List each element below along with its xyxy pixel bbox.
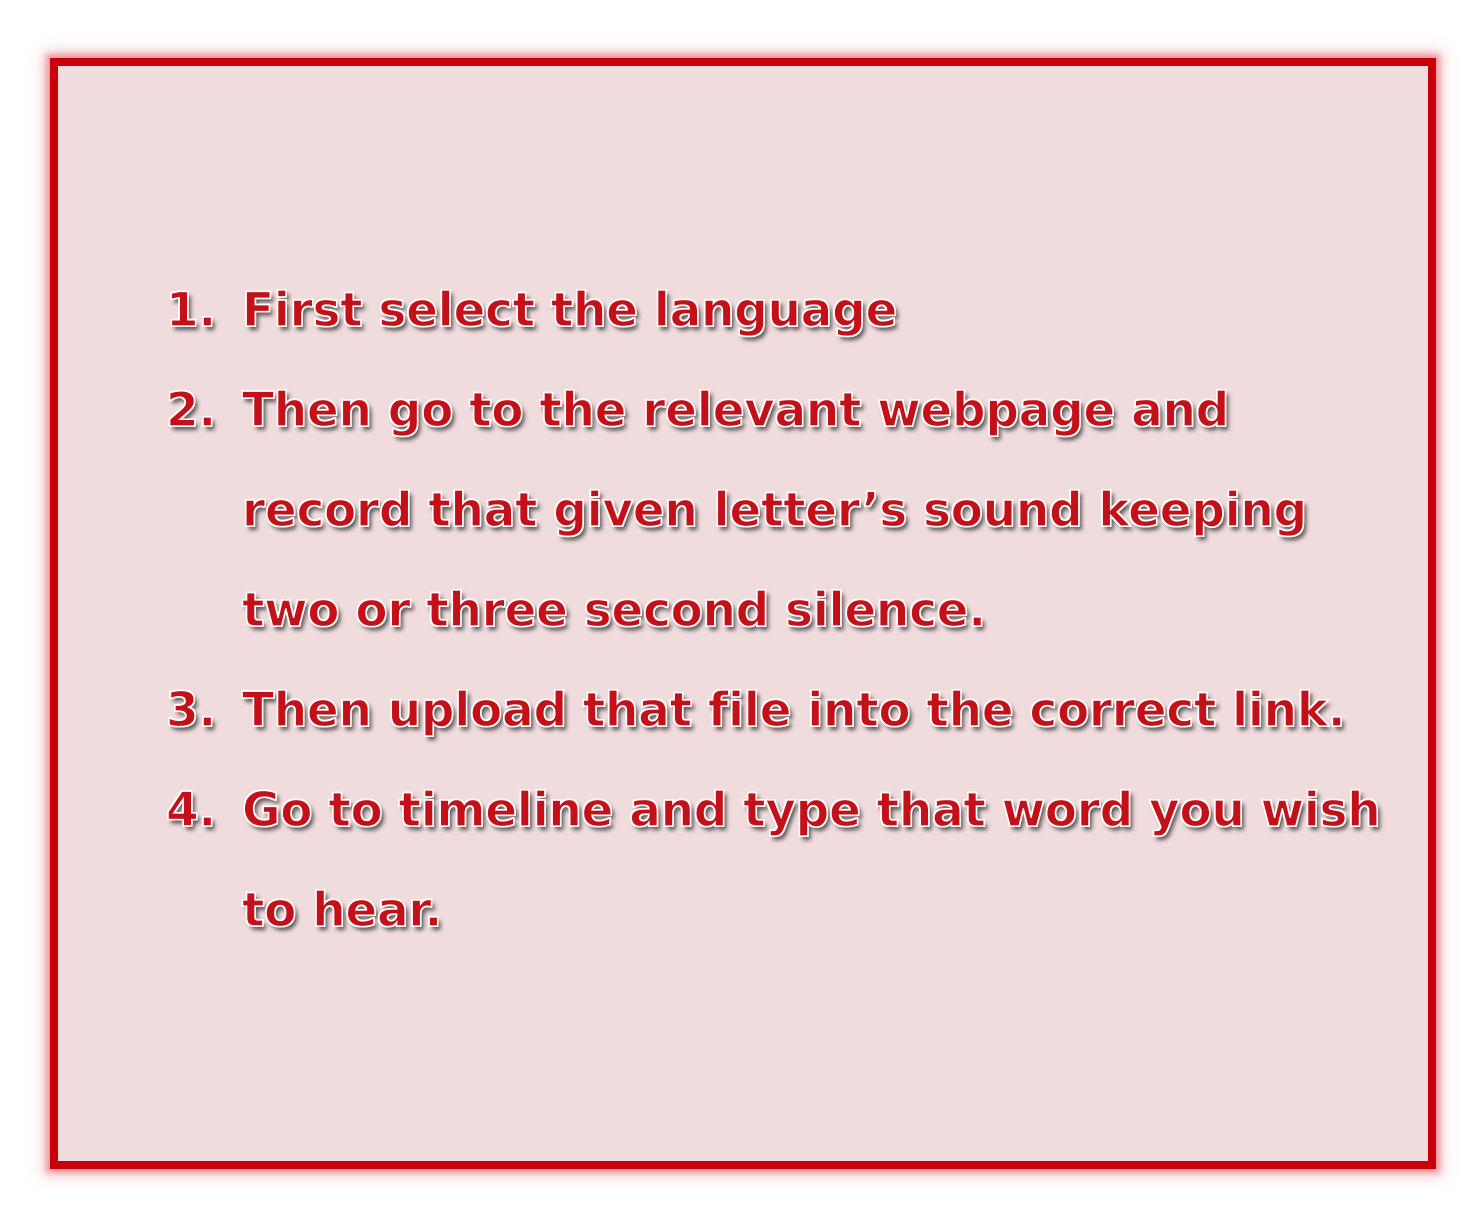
step-number: 4. [165,782,216,838]
instructions-panel: 1. First select the language 2. Then go … [50,58,1436,1169]
step-item-2: 2. Then go to the relevant webpage and r… [165,361,1402,661]
step-text: Go to timeline and type that word you wi… [241,782,1381,938]
step-text: Then go to the relevant webpage and reco… [241,382,1307,638]
step-number: 3. [165,682,216,738]
step-number: 2. [165,382,216,438]
steps-list: 1. First select the language 2. Then go … [165,261,1402,961]
step-number: 1. [165,282,216,338]
step-item-1: 1. First select the language [165,261,1402,361]
step-item-4: 4. Go to timeline and type that word you… [165,761,1402,961]
step-item-3: 3. Then upload that file into the correc… [165,661,1402,761]
step-text: Then upload that file into the correct l… [241,682,1346,738]
step-text: First select the language [241,282,898,338]
